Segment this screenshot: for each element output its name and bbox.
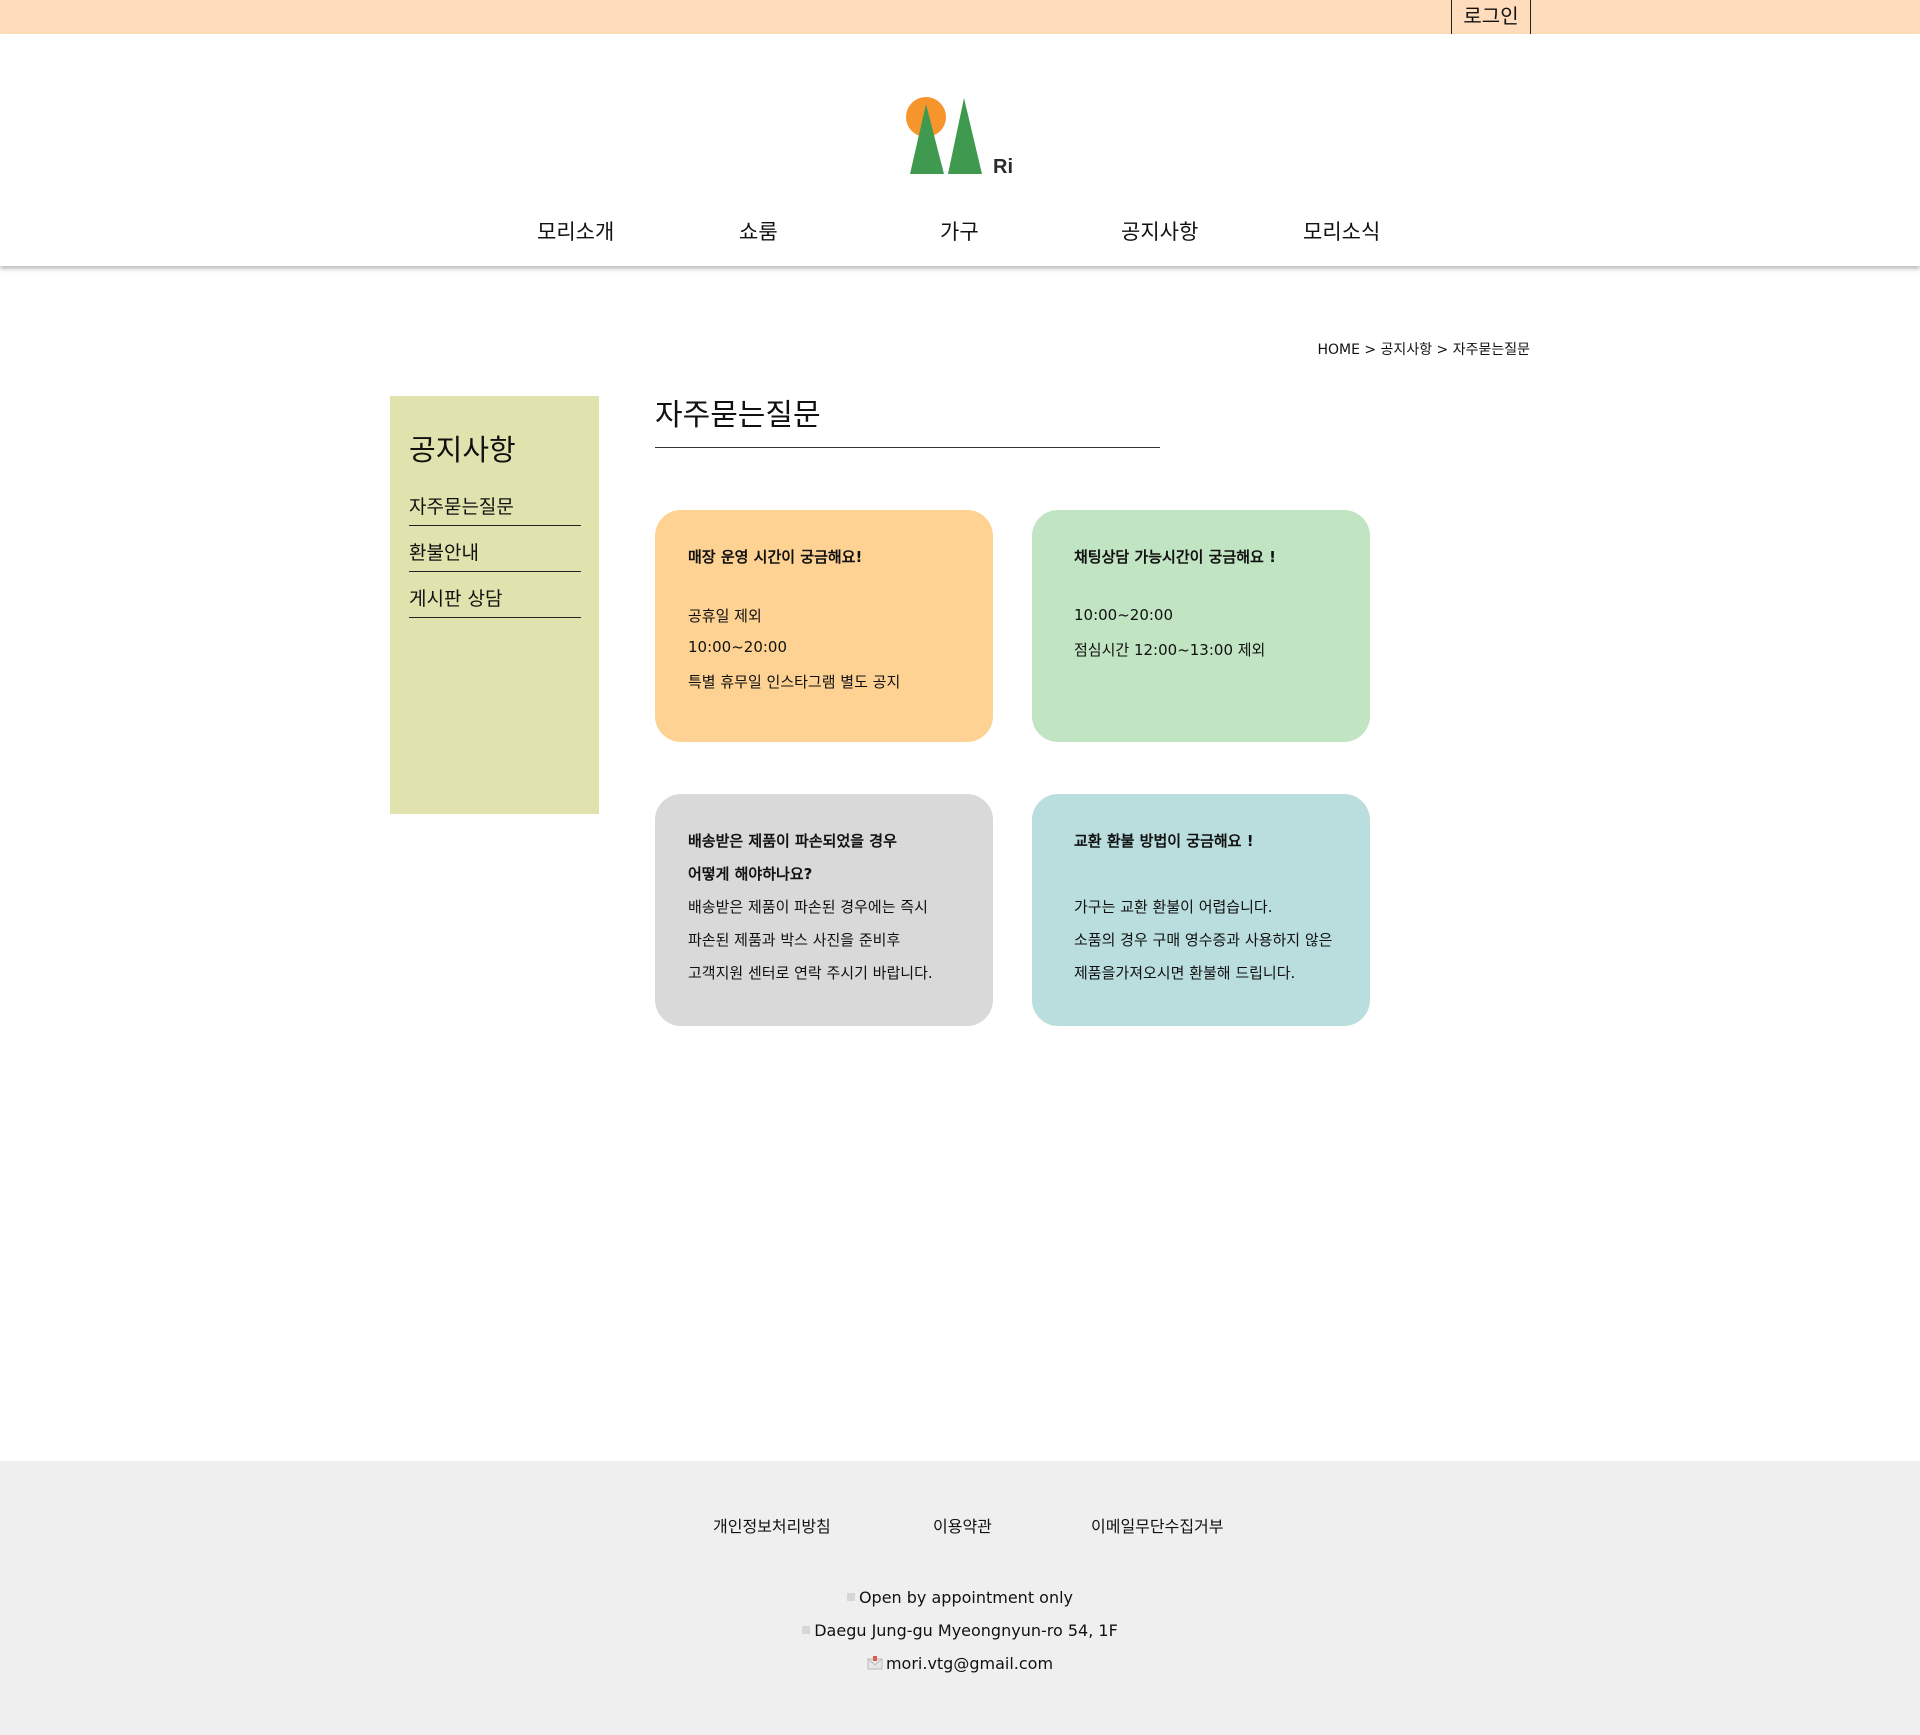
login-button[interactable]: 로그인 (1451, 0, 1531, 34)
faq-answer-line: 특별 휴무일 인스타그램 별도 공지 (688, 673, 901, 691)
sidebar-item-faq[interactable]: 자주묻는질문 (409, 492, 581, 526)
site-logo[interactable]: Ri (900, 64, 1020, 178)
site-header: Ri 모리소개 쇼룸 가구 공지사항 모리소식 (0, 34, 1920, 266)
site-footer: 개인정보처리방침 이용약관 이메일무단수집거부 Open by appointm… (0, 1461, 1920, 1735)
footer-address: Daegu Jung-gu Myeongnyun-ro 54, 1F (0, 1621, 1920, 1640)
top-bar: 로그인 (0, 0, 1920, 34)
faq-question: 배송받은 제품이 파손되었을 경우 (688, 832, 897, 850)
bullet-icon (802, 1626, 811, 1634)
page-title: 자주묻는질문 (655, 398, 821, 433)
faq-question: 매장 운영 시간이 궁금해요! (688, 548, 863, 566)
footer-email-text[interactable]: mori.vtg@gmail.com (886, 1654, 1053, 1673)
faq-question: 채팅상담 가능시간이 궁금해요 ! (1074, 548, 1276, 566)
footer-link-privacy[interactable]: 개인정보처리방침 (713, 1513, 831, 1537)
faq-answer-line: 파손된 제품과 박스 사진을 준비후 (688, 931, 901, 949)
footer-hours: Open by appointment only (0, 1588, 1920, 1607)
sidebar: 공지사항 자주묻는질문 환불안내 게시판 상담 (390, 396, 599, 814)
faq-question: 교환 환불 방법이 궁금해요 ! (1074, 832, 1254, 850)
faq-answer-line: 점심시간 12:00~13:00 제외 (1074, 641, 1266, 659)
sidebar-item-board[interactable]: 게시판 상담 (409, 584, 581, 618)
breadcrumb: HOME > 공지사항 > 자주묻는질문 (1317, 342, 1530, 358)
logo-icon: Ri (906, 97, 1013, 178)
faq-answer-line: 고객지원 센터로 연락 주시기 바랍니다. (688, 964, 933, 982)
footer-address-text: Daegu Jung-gu Myeongnyun-ro 54, 1F (814, 1621, 1118, 1640)
bullet-icon (846, 1593, 855, 1601)
nav-item-furniture[interactable]: 가구 (940, 216, 979, 246)
faq-answer-line: 공휴일 제외 (688, 607, 762, 625)
faq-question: 어떻게 해야하나요? (688, 865, 813, 883)
faq-card-damaged-item: 배송받은 제품이 파손되었을 경우 어떻게 해야하나요? 배송받은 제품이 파손… (655, 794, 993, 1026)
nav-item-showroom[interactable]: 쇼룸 (739, 216, 778, 246)
nav-item-about[interactable]: 모리소개 (537, 216, 614, 246)
title-divider (655, 447, 1160, 448)
faq-answer-line: 10:00~20:00 (688, 638, 788, 656)
nav-item-notice[interactable]: 공지사항 (1121, 216, 1198, 246)
footer-hours-text: Open by appointment only (858, 1588, 1074, 1607)
faq-answer-line: 제품을가져오시면 환불해 드립니다. (1074, 964, 1296, 982)
faq-answer-line: 10:00~20:00 (1074, 606, 1174, 624)
nav-item-news[interactable]: 모리소식 (1303, 216, 1380, 246)
faq-card-chat-hours: 채팅상담 가능시간이 궁금해요 ! 10:00~20:00 점심시간 12:00… (1032, 510, 1370, 742)
faq-answer-line: 소품의 경우 구매 영수증과 사용하지 않은 (1074, 931, 1333, 949)
faq-answer-line: 배송받은 제품이 파손된 경우에는 즉시 (688, 898, 928, 916)
sidebar-title: 공지사항 (409, 433, 516, 467)
logo-text: Ri (993, 156, 1013, 174)
faq-card-exchange-refund: 교환 환불 방법이 궁금해요 ! 가구는 교환 환불이 어렵습니다. 소품의 경… (1032, 794, 1370, 1026)
footer-email: mori.vtg@gmail.com (0, 1654, 1920, 1673)
mail-icon (867, 1656, 883, 1670)
sidebar-item-refund[interactable]: 환불안내 (409, 538, 581, 572)
faq-card-store-hours: 매장 운영 시간이 궁금해요! 공휴일 제외 10:00~20:00 특별 휴무… (655, 510, 993, 742)
footer-link-email-refusal[interactable]: 이메일무단수집거부 (1091, 1513, 1223, 1537)
footer-link-terms[interactable]: 이용약관 (933, 1513, 992, 1537)
faq-answer-line: 가구는 교환 환불이 어렵습니다. (1074, 898, 1273, 916)
